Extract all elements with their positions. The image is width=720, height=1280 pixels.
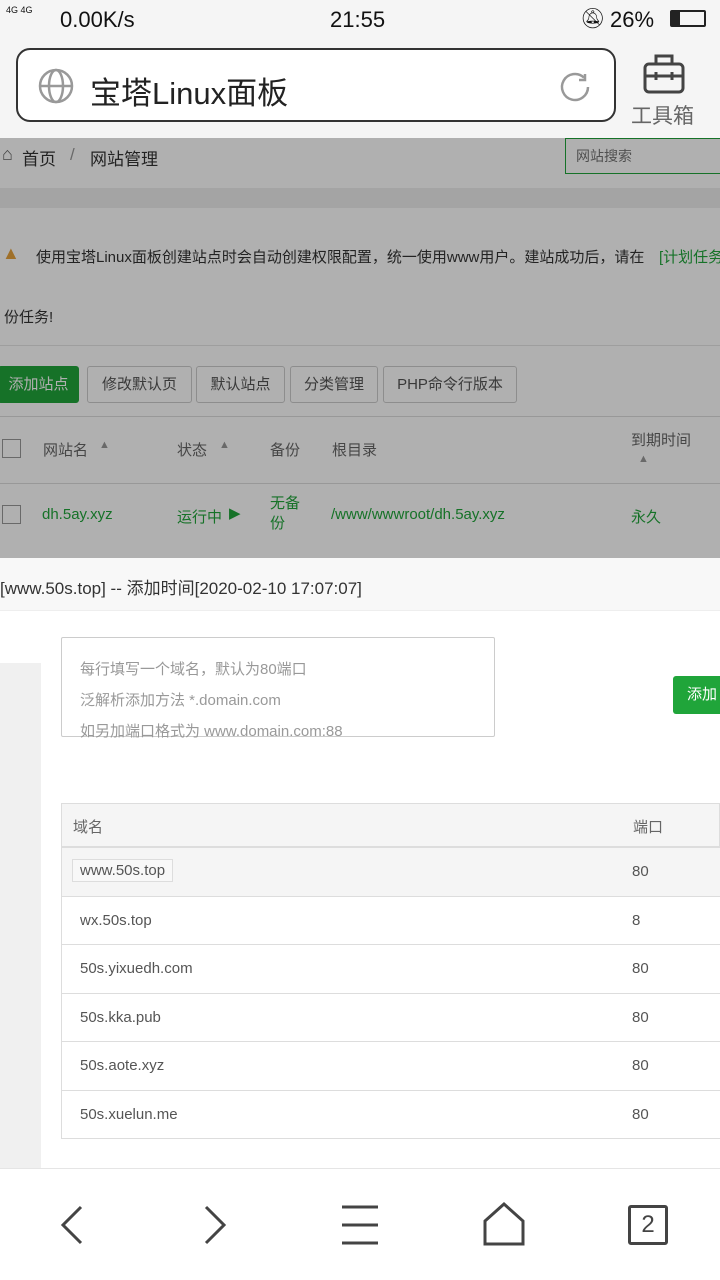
domain-name: 50s.xuelun.me (80, 1106, 178, 1123)
reload-icon[interactable] (556, 68, 594, 106)
placeholder-line: 每行填写一个域名，默认为80端口 (80, 661, 307, 678)
address-bar[interactable]: 宝塔Linux面板 (16, 48, 616, 122)
tabs-button[interactable]: 2 (628, 1205, 668, 1245)
home-icon[interactable] (482, 1201, 526, 1247)
toolbox-label: 工具箱 (631, 105, 694, 128)
modal-side-menu[interactable] (0, 663, 41, 1168)
back-icon[interactable] (55, 1203, 87, 1247)
domain-name: 50s.aote.xyz (80, 1057, 165, 1074)
domain-row: 50s.yixuedh.com 80 (61, 944, 720, 993)
domain-port: 80 (632, 1106, 649, 1123)
domain-textarea[interactable]: 每行填写一个域名，默认为80端口 泛解析添加方法 *.domain.com 如另… (61, 637, 495, 740)
domain-port: 80 (632, 863, 649, 880)
modal-header: [www.50s.top] -- 添加时间[2020-02-10 17:07:0… (0, 558, 720, 611)
domain-name: wx.50s.top (80, 912, 152, 929)
battery-percent: 26% (610, 7, 655, 32)
placeholder-line: 如另加端口格式为 www.domain.com:88 (80, 723, 343, 740)
domain-name: 50s.kka.pub (80, 1009, 161, 1026)
domain-row: 50s.xuelun.me 80 (61, 1090, 720, 1139)
modal-title: [www.50s.top] -- 添加时间[2020-02-10 17:07:0… (0, 579, 362, 598)
domain-port: 8 (632, 912, 641, 929)
domain-row: 50s.kka.pub 80 (61, 993, 720, 1042)
browser-bottom-nav: 2 (0, 1168, 720, 1280)
domain-name: 50s.yixuedh.com (80, 960, 193, 977)
battery-icon (670, 10, 706, 27)
status-bar: 4G 4G 0.00K/s 21:55 🔕︎ 26% (0, 0, 720, 40)
mute-bell-icon: 🔕︎ (580, 8, 606, 30)
domain-row: www.50s.top 80 (61, 847, 720, 896)
globe-icon (38, 68, 74, 104)
placeholder-line: 泛解析添加方法 *.domain.com (80, 692, 281, 709)
col-port: 端口 (633, 819, 664, 836)
modal-backdrop[interactable] (0, 138, 720, 558)
toolbox-button[interactable]: 工具箱 (628, 50, 698, 130)
toolbox-icon (643, 54, 685, 94)
domain-port: 80 (632, 1009, 649, 1026)
domain-management-modal: [www.50s.top] -- 添加时间[2020-02-10 17:07:0… (0, 558, 720, 1168)
clock: 21:55 (330, 7, 386, 32)
col-domain: 域名 (73, 819, 104, 836)
domain-table-header: 域名 端口 (61, 803, 720, 847)
domain-row: wx.50s.top 8 (61, 896, 720, 945)
menu-icon[interactable] (340, 1203, 380, 1247)
signal-icon: 4G 4G (6, 5, 33, 15)
domain-port: 80 (632, 1057, 649, 1074)
forward-icon[interactable] (200, 1203, 232, 1247)
page-title: 宝塔Linux面板 (90, 76, 289, 111)
domain-name: www.50s.top (72, 859, 174, 882)
table-border (61, 803, 62, 1139)
network-speed: 0.00K/s (60, 7, 135, 32)
domain-row: 50s.aote.xyz 80 (61, 1041, 720, 1090)
add-domain-button[interactable]: 添加 (673, 676, 720, 714)
browser-toolbar: 宝塔Linux面板 工具箱 (0, 40, 720, 138)
domain-port: 80 (632, 960, 649, 977)
